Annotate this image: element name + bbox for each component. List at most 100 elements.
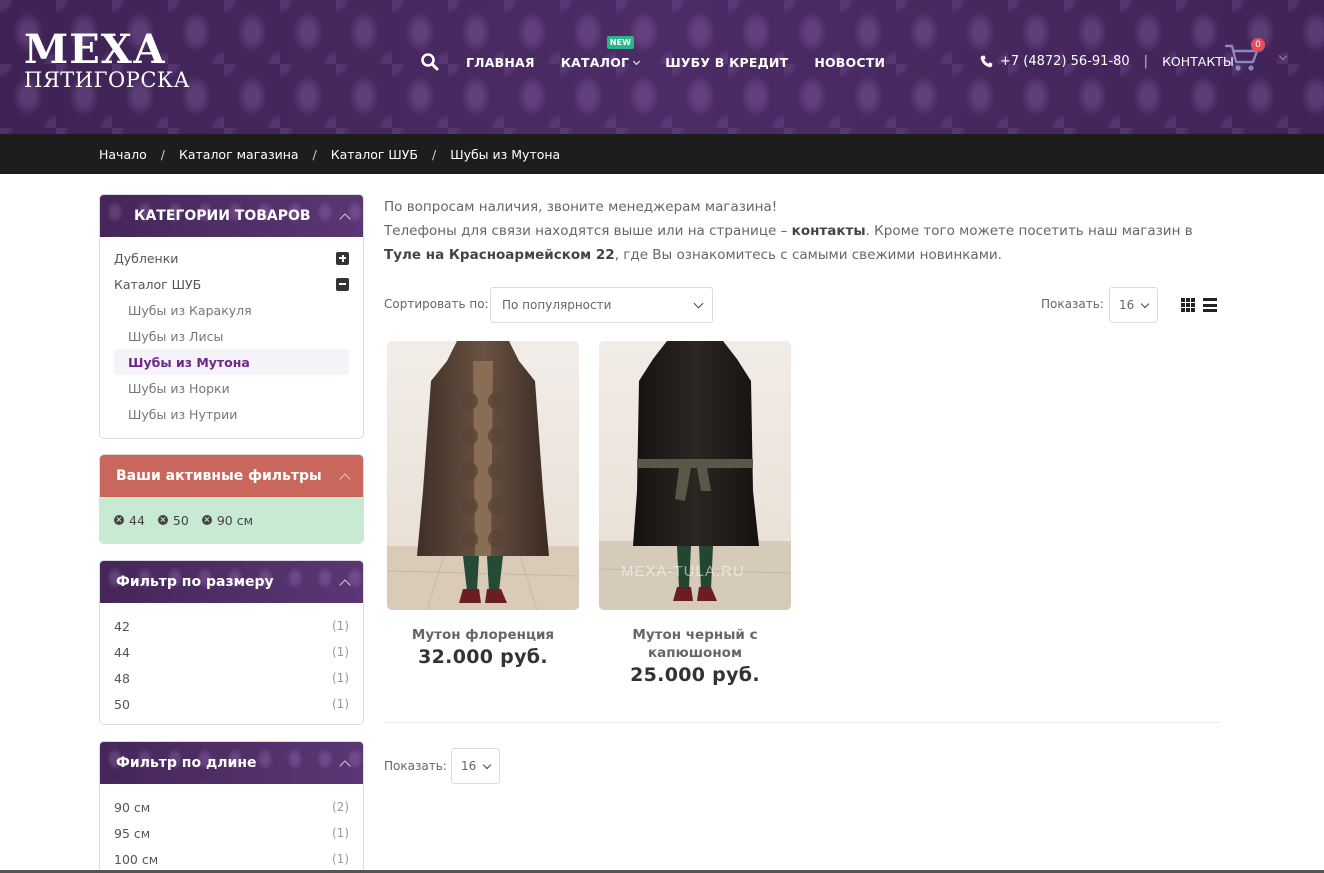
subcategory-label: Шубы из Нутрии	[128, 406, 238, 422]
length-filter-header[interactable]: Фильтр по длине	[100, 742, 363, 784]
product-card[interactable]: MEXA-TULA.RU Мутон черный с капюшоном 25…	[599, 341, 791, 686]
show-label: Показать:	[1041, 297, 1104, 311]
breadcrumb-separator: /	[431, 146, 437, 162]
active-filter-chip[interactable]: × 50	[157, 512, 189, 528]
subcategory-label: Шубы из Лисы	[128, 328, 224, 344]
size-filter-item[interactable]: 42 (1)	[114, 613, 349, 639]
intro-text: По вопросам наличия, звоните менеджерам …	[384, 195, 1224, 267]
active-filter-label: 50	[172, 512, 189, 528]
product-name[interactable]: Мутон черный с капюшоном	[599, 626, 791, 662]
filter-count: (1)	[332, 826, 349, 840]
chevron-up-icon[interactable]	[339, 212, 351, 225]
length-filter-item[interactable]: 100 см (1)	[114, 846, 349, 872]
chevron-up-icon[interactable]	[339, 578, 351, 591]
filter-count: (2)	[332, 800, 349, 814]
nav-catalog[interactable]: NEW КАТАЛОГ	[560, 35, 641, 70]
expand-plus-icon[interactable]	[336, 251, 349, 265]
breadcrumb-item-home[interactable]: Начало	[99, 147, 147, 162]
image-watermark: MEXA-TULA.RU	[621, 563, 745, 580]
subcategory-item-karakul[interactable]: Шубы из Каракуля	[114, 297, 349, 323]
breadcrumb-bar: Начало / Каталог магазина / Каталог ШУБ …	[0, 134, 1324, 174]
chevron-up-icon[interactable]	[339, 472, 351, 485]
product-card[interactable]: Мутон флоренция 32.000 руб.	[387, 341, 579, 668]
subcategory-item-fox[interactable]: Шубы из Лисы	[114, 323, 349, 349]
filter-label: 95 см	[114, 825, 151, 841]
breadcrumb: Начало / Каталог магазина / Каталог ШУБ …	[99, 134, 560, 174]
active-filter-label: 44	[129, 512, 145, 528]
header-contacts: +7 (4872) 56-91-80 | КОНТАКТЫ	[980, 52, 1234, 70]
subcategory-item-mouton[interactable]: Шубы из Мутона	[114, 349, 349, 375]
list-view-icon[interactable]	[1203, 298, 1217, 312]
categories-widget: КАТЕГОРИИ ТОВАРОВ Дубленки Каталог ШУБ Ш…	[99, 194, 364, 439]
category-item-fur-coats[interactable]: Каталог ШУБ	[114, 271, 349, 297]
size-filter-header[interactable]: Фильтр по размеру	[100, 561, 363, 603]
size-filter-item[interactable]: 44 (1)	[114, 639, 349, 665]
main-nav: ГЛАВНАЯ NEW КАТАЛОГ ШУБУ В КРЕДИТ НОВОСТ…	[420, 35, 911, 72]
subcategory-item-nutria[interactable]: Шубы из Нутрии	[114, 401, 349, 427]
product-image[interactable]	[387, 341, 579, 610]
categories-title: КАТЕГОРИИ ТОВАРОВ	[134, 208, 311, 224]
subcategory-label: Шубы из Мутона	[128, 354, 250, 370]
length-filter-item[interactable]: 95 см (1)	[114, 820, 349, 846]
filter-count: (1)	[332, 697, 349, 711]
active-filter-chip[interactable]: × 44	[114, 513, 145, 528]
category-item-sheepskin[interactable]: Дубленки	[114, 245, 349, 271]
remove-filter-icon[interactable]: ×	[157, 515, 168, 525]
length-filter-item[interactable]: 90 см (2)	[114, 794, 349, 820]
breadcrumb-separator: /	[312, 146, 317, 162]
nav-news[interactable]: НОВОСТИ	[814, 55, 885, 70]
breadcrumb-item-current: Шубы из Мутона	[450, 146, 561, 162]
breadcrumb-separator: /	[160, 146, 165, 162]
breadcrumb-item-catalog[interactable]: Каталог магазина	[179, 147, 299, 162]
active-filter-label: 90 см	[216, 512, 253, 528]
filter-count: (1)	[332, 671, 349, 685]
cart-chevron-down-icon[interactable]	[1278, 51, 1288, 61]
product-image[interactable]: MEXA-TULA.RU	[599, 341, 791, 610]
bottom-show-label: Показать:	[384, 759, 447, 773]
logo-line2: ПЯТИГОРСКА	[24, 68, 191, 92]
new-badge: NEW	[606, 35, 635, 49]
site-logo[interactable]: МЕХА ПЯТИГОРСКА	[24, 26, 191, 93]
per-page-value: 16	[1119, 298, 1135, 312]
intro-text-part: , где Вы ознакомитесь с самыми свежими н…	[614, 247, 1002, 263]
category-label: Каталог ШУБ	[114, 276, 202, 292]
length-filter-title: Фильтр по длине	[116, 755, 257, 771]
nav-credit[interactable]: ШУБУ В КРЕДИТ	[665, 55, 788, 70]
header-phone[interactable]: +7 (4872) 56-91-80	[1000, 54, 1130, 69]
filter-label: 48	[114, 670, 130, 686]
size-filter-widget: Фильтр по размеру 42 (1) 44 (1) 48 (1) 5…	[99, 560, 364, 725]
grid-view-icon[interactable]	[1181, 298, 1195, 312]
intro-text-part: . Кроме того можете посетить наш магазин…	[865, 223, 1193, 239]
contacts-link[interactable]: контакты	[792, 223, 866, 239]
filter-count: (1)	[332, 645, 349, 659]
size-filter-item[interactable]: 48 (1)	[114, 665, 349, 691]
categories-header[interactable]: КАТЕГОРИИ ТОВАРОВ	[100, 195, 363, 237]
active-filters-widget: Ваши активные фильтры × 44 × 50 × 90 см	[99, 454, 364, 544]
sort-select[interactable]: По популярности	[490, 287, 713, 323]
collapse-minus-icon[interactable]	[336, 277, 349, 291]
breadcrumb-item-furs[interactable]: Каталог ШУБ	[331, 147, 418, 162]
active-filters-header[interactable]: Ваши активные фильтры	[100, 455, 363, 497]
content-divider	[384, 722, 1220, 723]
nav-catalog-label: КАТАЛОГ	[560, 54, 630, 70]
filter-count: (1)	[332, 852, 349, 866]
nav-home[interactable]: ГЛАВНАЯ	[466, 55, 535, 70]
per-page-value: 16	[461, 759, 477, 773]
remove-filter-icon[interactable]: ×	[114, 515, 124, 525]
logo-line1: МЕХА	[24, 26, 167, 73]
phone-icon	[980, 55, 993, 68]
length-filter-list: 90 см (2) 95 см (1) 100 см (1)	[100, 784, 363, 873]
active-filter-chip[interactable]: × 90 см	[201, 512, 253, 528]
chevron-up-icon[interactable]	[339, 759, 351, 772]
bottom-per-page-select[interactable]: 16	[451, 748, 500, 784]
length-filter-widget: Фильтр по длине 90 см (2) 95 см (1) 100 …	[99, 741, 364, 873]
per-page-select[interactable]: 16	[1109, 287, 1158, 323]
remove-filter-icon[interactable]: ×	[201, 515, 212, 525]
size-filter-item[interactable]: 50 (1)	[114, 691, 349, 717]
filter-count: (1)	[332, 619, 349, 633]
intro-line1: По вопросам наличия, звоните менеджерам …	[384, 199, 778, 215]
subcategory-item-mink[interactable]: Шубы из Норки	[114, 375, 349, 401]
product-name[interactable]: Мутон флоренция	[387, 626, 579, 644]
search-icon[interactable]	[420, 52, 440, 72]
intro-line2: Телефоны для связи находятся выше или на…	[384, 219, 1224, 267]
